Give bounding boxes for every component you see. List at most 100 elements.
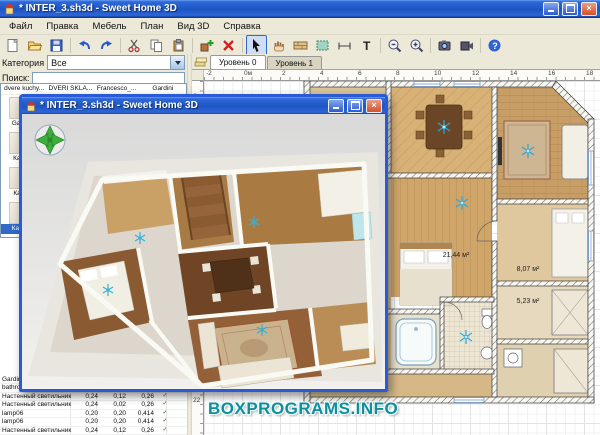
3d-viewport[interactable] [22,114,385,389]
chevron-down-icon[interactable] [170,56,184,69]
sofa-3d [339,322,372,352]
main-titlebar: * INTER_3.sh3d - Sweet Home 3D × [0,0,600,18]
copy-button[interactable] [146,35,167,56]
pan-hand-icon [274,41,284,52]
3d-view-window[interactable]: * INTER_3.sh3d - Sweet Home 3D × [19,94,388,392]
furniture-width: 0,20 [85,418,98,425]
save-button[interactable] [46,35,67,56]
menu-file[interactable]: Файл [2,20,39,33]
create-photo-button[interactable] [434,35,455,56]
menu-edit[interactable]: Правка [39,20,85,33]
visible-checkbox[interactable]: ✓ [156,418,174,426]
paste-clipboard-icon [173,39,184,52]
visible-checkbox[interactable]: ✓ [156,401,174,409]
zoom-in-icon [410,39,424,53]
toolbar-separator [430,38,431,53]
table-row[interactable]: Настенный светильник вверх 0,24 0,12 0,26✓ [0,392,187,401]
tab-level-0[interactable]: Уровень 0 [210,55,266,69]
open-button[interactable] [24,35,45,56]
room-area-label: 21,44 м² [443,252,470,259]
category-select[interactable]: Все [47,55,185,70]
create-text-button[interactable]: T [356,35,377,56]
paste-button[interactable] [168,35,189,56]
toolbar-separator [120,38,121,53]
table-row[interactable]: Настенный светильник вверх 0,24 0,02 0,26✓ [0,401,187,410]
table-row[interactable]: lamp06 0,20 0,20 0,414 ✓ [0,409,187,418]
zoom-out-icon [388,39,402,53]
catalog-item-label[interactable]: DVERI SKLA... [47,84,93,94]
ruler-label: 8 [396,70,400,77]
minimize-button[interactable] [328,98,344,113]
3d-window-title: * INTER_3.sh3d - Sweet Home 3D [40,100,198,111]
menu-plan[interactable]: План [133,20,170,33]
new-home-button[interactable] [2,35,23,56]
bed-3d [317,169,367,218]
ruler-row: -2 0м 2 4 6 8 10 12 14 16 18 [192,70,600,81]
visible-checkbox[interactable]: ✓ [156,410,174,418]
delete-icon [223,40,234,51]
room-area-label: 8,07 м² [517,266,540,273]
washing-machine [503,348,523,368]
maximize-icon [565,4,575,13]
ruler-label: 4 [320,70,324,77]
toolbar-separator [480,38,481,53]
undo-button[interactable] [74,35,95,56]
create-video-button[interactable] [456,35,477,56]
copy-icon [150,39,162,52]
zoom-out-button[interactable] [384,35,405,56]
wardrobe [551,289,589,336]
pan-tool-button[interactable] [268,35,289,56]
tab-level-1[interactable]: Уровень 1 [266,56,322,69]
minimize-button[interactable] [543,1,559,16]
new-document-icon [7,38,18,52]
text-icon: T [363,39,371,53]
watermark-text: BOXPROGRAMS.INFO [208,399,399,418]
furniture-height: 0,414 [137,418,154,425]
furniture-width: 0,20 [85,409,98,417]
zoom-in-button[interactable] [406,35,427,56]
catalog-item-label[interactable]: Francesco_... [94,84,140,94]
furniture-width: 0,24 [85,392,98,400]
create-dimensions-button[interactable] [334,35,355,56]
furniture-name: Настенный светильник вверх [2,426,72,434]
ruler-label: 6 [358,70,362,77]
ruler-label: 2 [282,70,286,77]
furniture-height: 0,414 [137,409,154,417]
app-root: { "window": { "title": "* INTER_3.sh3d -… [0,0,600,435]
select-tool-button[interactable] [246,35,267,56]
table-row[interactable]: lamp06 0,20 0,20 0,414 ✓ [0,418,187,427]
furniture-depth: 0,20 [113,418,126,425]
catalog-item-label[interactable]: dvere kuchy... [1,84,47,94]
menu-help[interactable]: Справка [216,20,267,33]
add-furniture-button[interactable] [196,35,217,56]
menu-furniture[interactable]: Мебель [85,20,133,33]
maximize-button[interactable] [562,1,578,16]
furniture-height: 0,26 [141,401,154,408]
redo-button[interactable] [96,35,117,56]
menu-3d-view[interactable]: Вид 3D [170,20,216,33]
help-button[interactable]: ? [484,35,505,56]
room-icon [316,40,329,51]
maximize-button[interactable] [347,98,363,113]
close-button[interactable]: × [366,98,382,113]
ruler-label: 22 [193,397,201,404]
toolbar-separator [242,38,243,53]
create-walls-button[interactable] [290,35,311,56]
dimension-icon [338,42,351,50]
levels-icon [194,57,207,67]
add-furniture-icon [200,40,214,52]
select-arrow-icon [253,39,260,52]
close-button[interactable]: × [581,1,597,16]
visible-checkbox[interactable]: ✓ [156,427,174,435]
category-label: Категория [2,57,45,68]
visible-checkbox[interactable]: ✓ [156,393,174,401]
furniture-depth: 0,02 [113,401,126,408]
minimize-icon [333,107,339,109]
bathtub [395,318,437,366]
delete-selection-button[interactable] [218,35,239,56]
catalog-item-label[interactable]: Gardini [140,84,186,94]
create-rooms-button[interactable] [312,35,333,56]
3d-window-titlebar[interactable]: * INTER_3.sh3d - Sweet Home 3D × [22,97,385,115]
table-row[interactable]: Настенный светильник вверх 0,24 0,12 0,26✓ [0,427,187,435]
cut-button[interactable] [124,35,145,56]
